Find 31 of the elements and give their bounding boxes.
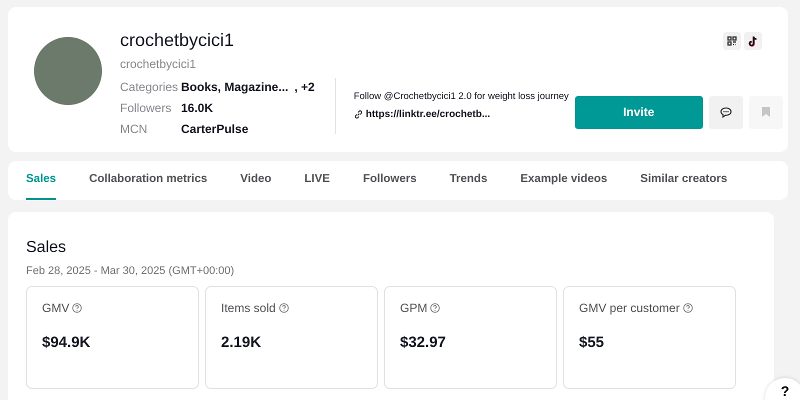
detail-value: Books, Magazine... (181, 79, 288, 96)
category-count: , +2 (294, 79, 315, 96)
detail-label: Followers (120, 100, 172, 117)
metric-value: 2.19K (221, 332, 262, 352)
tab[interactable]: Collaboration metrics (89, 161, 208, 200)
metric-value: $94.9K (42, 332, 92, 352)
metric-label: GMV (42, 300, 70, 316)
tab[interactable]: Trends (450, 161, 488, 200)
detail-value: CarterPulse (181, 121, 248, 138)
invite-button[interactable]: Invite (574, 96, 703, 128)
metric-label: GMV per customer (579, 300, 680, 316)
detail-label: MCN (120, 121, 148, 138)
tab[interactable]: Sales (26, 161, 56, 200)
tab[interactable]: LIVE (304, 161, 330, 200)
tab[interactable]: Followers (362, 161, 417, 200)
tab[interactable]: Example videos (520, 161, 608, 200)
date-range: Feb 28, 2025 - Mar 30, 2025 (GMT+00:00) (26, 264, 236, 279)
profile-link[interactable]: https://linktr.ee/crochetb... (366, 107, 490, 122)
creator-username: crochetbycici1 (120, 56, 198, 73)
help-button[interactable]: ? (765, 378, 800, 400)
tab[interactable]: Video (240, 161, 272, 200)
section-title: Sales (26, 238, 68, 258)
tab[interactable]: Similar creators (640, 161, 728, 200)
detail-label: Categories (120, 79, 180, 96)
bio-text: Follow @Crochetbycici1 2.0 for weight loss journey (354, 90, 569, 104)
detail-value: 16.0K (181, 100, 214, 117)
metric-label: Items sold (221, 300, 276, 316)
metric-label: GPM (400, 300, 428, 316)
creator-name: crochetbycici1 (120, 29, 234, 51)
metric-value: $55 (579, 332, 606, 352)
metric-value: $32.97 (400, 332, 447, 352)
